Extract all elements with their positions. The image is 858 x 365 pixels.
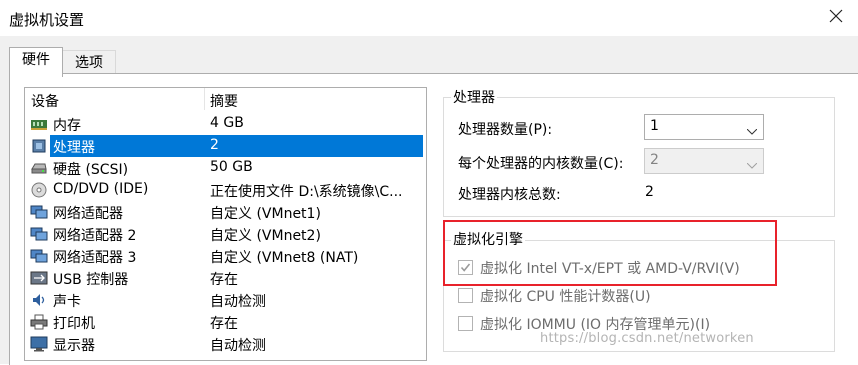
device-name: 内存 [53, 118, 81, 134]
window-title: 虚拟机设置 [9, 11, 85, 29]
device-name: 显示器 [53, 338, 95, 354]
device-summary: 50 GB [210, 159, 253, 175]
usb-icon [30, 270, 48, 286]
device-row-sound-card[interactable]: 声卡 自动检测 [25, 289, 426, 311]
device-list[interactable]: 设备 摘要 内存 4 GB 处理器 2 硬盘 (SCSI) 50 GB CD/D… [24, 87, 427, 361]
sound-card-icon [30, 292, 48, 308]
close-icon[interactable] [826, 6, 846, 26]
device-row-cd-dvd[interactable]: CD/DVD (IDE) 正在使用文件 D:\系统镜像\C... [25, 179, 426, 201]
device-row-hard-disk[interactable]: 硬盘 (SCSI) 50 GB [25, 157, 426, 179]
device-row-network-adapter[interactable]: 网络适配器 自定义 (VMnet1) [25, 201, 426, 223]
device-summary: 自动检测 [210, 338, 266, 354]
cpu-performance-counters-checkbox[interactable] [458, 288, 473, 303]
cores-per-processor-value: 2 [650, 152, 659, 168]
memory-icon [30, 116, 48, 132]
device-row-display[interactable]: 显示器 自动检测 [25, 333, 426, 355]
hard-disk-icon [30, 160, 48, 176]
iommu-checkbox[interactable] [458, 316, 473, 331]
total-cores-label: 处理器内核总数: [458, 187, 561, 203]
device-row-printer[interactable]: 打印机 存在 [25, 311, 426, 333]
tab-hardware-label: 硬件 [22, 52, 50, 68]
device-summary: 4 GB [210, 115, 244, 131]
device-summary: 存在 [210, 316, 238, 332]
virtualization-engine-group-label: 虚拟化引擎 [451, 229, 525, 249]
network-adapter-icon [30, 248, 48, 264]
device-summary: 自定义 (VMnet1) [210, 206, 321, 222]
device-summary: 存在 [210, 272, 238, 288]
cd-dvd-icon [30, 182, 48, 198]
column-device[interactable]: 设备 [31, 91, 59, 111]
processor-count-label: 处理器数量(P): [458, 122, 553, 138]
device-summary: 自定义 (VMnet8 (NAT) [210, 250, 359, 266]
device-summary: 2 [210, 137, 219, 153]
device-name: 声卡 [53, 294, 81, 310]
title-bar: 虚拟机设置 [0, 0, 858, 36]
device-name: 网络适配器 [53, 206, 123, 222]
cpu-performance-counters-label: 虚拟化 CPU 性能计数器(U) [480, 289, 651, 305]
device-summary: 自动检测 [210, 294, 266, 310]
processor-group-label: 处理器 [451, 87, 497, 107]
total-cores-value: 2 [645, 184, 654, 200]
device-name: USB 控制器 [53, 272, 129, 288]
vt-x-label: 虚拟化 Intel VT-x/EPT 或 AMD-V/RVI(V) [480, 261, 740, 277]
processor-count-select[interactable]: 1 [644, 114, 764, 140]
watermark: https://blog.csdn.net/networken [540, 331, 754, 346]
cores-per-processor-select[interactable]: 2 [644, 148, 764, 174]
column-summary[interactable]: 摘要 [210, 91, 238, 111]
chevron-down-icon [746, 123, 758, 135]
column-separator [204, 88, 205, 110]
device-summary: 正在使用文件 D:\系统镜像\C... [210, 184, 403, 200]
device-name: 网络适配器 3 [53, 250, 137, 266]
network-adapter-icon [30, 226, 48, 242]
device-name: 网络适配器 2 [53, 228, 137, 244]
device-row-processor[interactable]: 处理器 2 [25, 135, 426, 157]
device-name: 处理器 [53, 140, 95, 156]
device-row-network-adapter-3[interactable]: 网络适配器 3 自定义 (VMnet8 (NAT) [25, 245, 426, 267]
processor-icon [30, 138, 48, 154]
tab-hardware[interactable]: 硬件 [9, 47, 63, 77]
display-icon [30, 336, 48, 352]
device-summary: 自定义 (VMnet2) [210, 228, 321, 244]
device-row-usb-controller[interactable]: USB 控制器 存在 [25, 267, 426, 289]
printer-icon [30, 314, 48, 330]
chevron-down-icon [746, 157, 758, 169]
processor-count-value: 1 [650, 118, 659, 134]
network-adapter-icon [30, 204, 48, 220]
device-list-header: 设备 摘要 [25, 88, 426, 110]
cores-per-processor-label: 每个处理器的内核数量(C): [458, 156, 624, 172]
device-name: CD/DVD (IDE) [53, 181, 149, 197]
device-row-memory[interactable]: 内存 4 GB [25, 113, 426, 135]
device-name: 打印机 [53, 316, 95, 332]
tab-options-label: 选项 [75, 55, 103, 71]
device-name: 硬盘 (SCSI) [53, 162, 129, 178]
vt-x-checkbox[interactable] [458, 260, 473, 275]
tab-options[interactable]: 选项 [62, 50, 116, 74]
device-row-network-adapter-2[interactable]: 网络适配器 2 自定义 (VMnet2) [25, 223, 426, 245]
